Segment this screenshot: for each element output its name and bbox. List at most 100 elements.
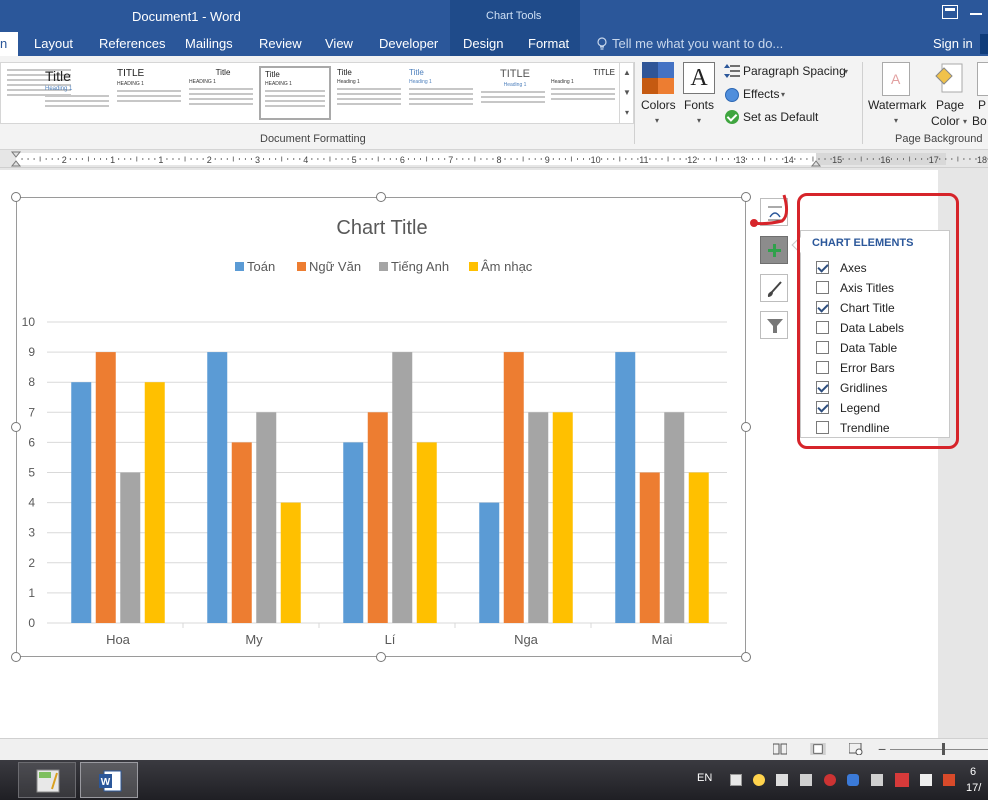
minimize-icon[interactable] — [970, 13, 982, 15]
network-icon[interactable] — [800, 774, 812, 786]
chart-styles-button[interactable] — [760, 274, 788, 302]
style-thumb[interactable]: Title Heading 1 — [41, 66, 113, 120]
print-layout-icon[interactable] — [809, 743, 827, 755]
bar[interactable] — [552, 412, 573, 623]
paragraph-spacing-button[interactable]: Paragraph Spacing — [743, 64, 846, 78]
resize-handle[interactable] — [741, 422, 751, 432]
resize-handle[interactable] — [376, 192, 386, 202]
tab-design[interactable]: Design — [463, 36, 503, 51]
bar[interactable] — [71, 382, 92, 623]
right-indent-marker[interactable] — [810, 160, 822, 167]
bar[interactable] — [120, 472, 141, 624]
bar[interactable] — [688, 472, 709, 624]
style-thumb[interactable]: TITLE HEADING 1 — [113, 66, 185, 120]
zoom-slider[interactable] — [890, 749, 988, 750]
volume-icon[interactable] — [776, 774, 788, 786]
bar[interactable] — [416, 442, 437, 623]
bar[interactable] — [95, 352, 116, 623]
tab-references[interactable]: References — [99, 36, 165, 51]
gallery-down-icon[interactable]: ▼ — [620, 83, 634, 103]
set-as-default-button[interactable]: Set as Default — [743, 110, 818, 124]
effects-button[interactable]: Effects — [743, 87, 779, 101]
page-color-button-line2[interactable]: Color — [931, 114, 960, 128]
chart-elements-button[interactable] — [760, 236, 788, 264]
bar[interactable] — [392, 352, 413, 623]
hanging-indent-marker[interactable] — [10, 160, 22, 167]
bar[interactable] — [615, 352, 636, 623]
resize-handle[interactable] — [376, 652, 386, 662]
fonts-icon[interactable]: A — [683, 62, 715, 94]
bar[interactable] — [280, 502, 301, 623]
tray-clipboard-icon[interactable] — [730, 774, 742, 786]
tray-antivirus-icon[interactable] — [824, 774, 836, 786]
legend-entry[interactable]: Toán — [247, 259, 275, 274]
page-borders-icon[interactable] — [977, 62, 988, 96]
style-thumb[interactable]: Title Heading 1 — [333, 66, 405, 120]
tell-me-search[interactable]: Tell me what you want to do... — [612, 36, 783, 51]
tray-v-icon[interactable] — [895, 773, 909, 787]
web-layout-icon[interactable] — [849, 743, 863, 755]
style-thumb-selected[interactable]: Title HEADING 1 — [259, 66, 331, 120]
share-button[interactable] — [980, 34, 988, 54]
style-thumb[interactable]: TITLE Heading 1 — [547, 66, 619, 120]
bar[interactable] — [479, 502, 500, 623]
clock-time[interactable]: 6 — [970, 766, 976, 778]
fonts-button[interactable]: Fonts — [684, 98, 714, 112]
bar[interactable] — [528, 412, 549, 623]
bar[interactable] — [256, 412, 277, 623]
restore-ribbon-icon[interactable] — [942, 5, 958, 19]
page-borders-button-line2[interactable]: Bo — [972, 114, 987, 128]
resize-handle[interactable] — [11, 192, 21, 202]
chart-filters-button[interactable] — [760, 311, 788, 339]
bar[interactable] — [231, 442, 252, 623]
legend-entry[interactable]: Âm nhạc — [481, 259, 533, 274]
colors-icon[interactable] — [642, 62, 674, 94]
zoom-slider-thumb[interactable] — [942, 743, 945, 755]
tab-view[interactable]: View — [325, 36, 353, 51]
tab-developer[interactable]: Developer — [379, 36, 438, 51]
read-mode-icon[interactable] — [773, 743, 787, 755]
colors-button[interactable]: Colors — [641, 98, 676, 112]
bar[interactable] — [367, 412, 388, 623]
gallery-up-icon[interactable]: ▲ — [620, 63, 634, 83]
sign-in-link[interactable]: Sign in — [933, 36, 973, 51]
page-borders-button-line1[interactable]: P — [978, 98, 986, 112]
language-indicator[interactable]: EN — [697, 772, 712, 784]
horizontal-ruler[interactable]: 2112345678910111213141516171819 — [0, 150, 988, 168]
watermark-icon[interactable] — [882, 62, 910, 96]
bar[interactable] — [144, 382, 165, 623]
gallery-more-icon[interactable]: ▾ — [620, 103, 634, 123]
bar[interactable] — [503, 352, 524, 623]
bar[interactable] — [343, 442, 364, 623]
first-line-indent-marker[interactable] — [10, 151, 22, 158]
legend-entry[interactable]: Tiếng Anh — [391, 259, 449, 274]
tab-home[interactable]: n — [0, 32, 18, 56]
taskbar-app-button[interactable] — [18, 762, 76, 798]
tab-review[interactable]: Review — [259, 36, 302, 51]
tray-app-icon[interactable] — [943, 774, 955, 786]
style-thumb[interactable]: TITLE Heading 1 — [477, 66, 549, 120]
taskbar-word-button[interactable]: W — [80, 762, 138, 798]
legend-entry[interactable]: Ngữ Văn — [309, 259, 361, 274]
chart-title[interactable]: Chart Title — [336, 217, 427, 239]
zoom-out-icon[interactable]: − — [878, 741, 886, 757]
action-center-flag-icon[interactable] — [920, 774, 932, 786]
clock-date[interactable]: 17/ — [966, 782, 981, 794]
tab-mailings[interactable]: Mailings — [185, 36, 233, 51]
tab-format[interactable]: Format — [528, 36, 569, 51]
bar[interactable] — [207, 352, 228, 623]
watermark-button[interactable]: Watermark — [868, 98, 926, 112]
page-color-icon[interactable] — [934, 62, 964, 96]
page-color-button-line1[interactable]: Page — [936, 98, 964, 112]
bar[interactable] — [639, 472, 660, 624]
tab-layout[interactable]: Layout — [34, 36, 73, 51]
chart-object[interactable]: Chart Title Toán Ngữ Văn Tiếng Anh Âm nhạc 0 1… — [16, 197, 746, 657]
tray-unikey-icon[interactable] — [753, 774, 765, 786]
bar[interactable] — [664, 412, 685, 623]
resize-handle[interactable] — [11, 652, 21, 662]
tray-device-icon[interactable] — [871, 774, 883, 786]
style-thumb[interactable]: Title Heading 1 — [405, 66, 477, 120]
bluetooth-icon[interactable] — [847, 774, 859, 786]
resize-handle[interactable] — [11, 422, 21, 432]
style-thumb[interactable]: Title HEADING 1 — [185, 66, 257, 120]
